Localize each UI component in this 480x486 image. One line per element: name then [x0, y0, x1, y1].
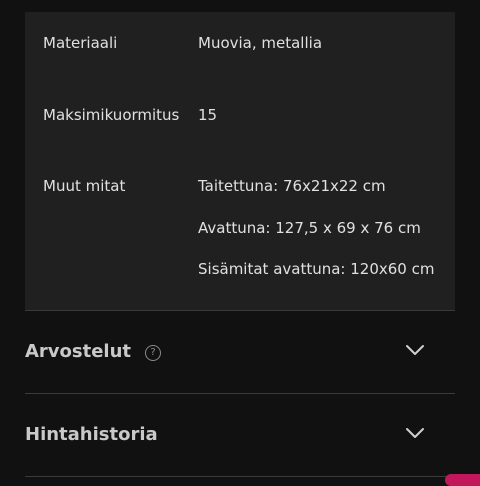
spec-label: Materiaali: [43, 34, 118, 52]
chevron-down-icon[interactable]: [405, 343, 425, 357]
divider: [25, 476, 455, 477]
floating-action-badge[interactable]: [445, 474, 480, 486]
question-circle-icon[interactable]: ?: [145, 345, 162, 361]
reviews-title-text: Arvostelut: [25, 341, 132, 362]
spec-value: Sisämitat avattuna: 120x60 cm: [198, 260, 435, 278]
product-specs-table: Materiaali Muovia, metallia Maksimikuorm…: [25, 12, 455, 310]
spec-label: Muut mitat: [43, 177, 126, 195]
spec-value: Muovia, metallia: [198, 34, 323, 52]
price-history-title: Hintahistoria: [25, 424, 158, 445]
spec-value: Avattuna: 127,5 x 69 x 76 cm: [198, 219, 421, 237]
spec-value: 15: [198, 106, 218, 124]
reviews-title: Arvostelut?: [25, 341, 162, 362]
price-history-accordion[interactable]: Hintahistoria: [25, 394, 455, 476]
chevron-down-icon[interactable]: [405, 426, 425, 440]
spec-label: Maksimikuormitus: [43, 106, 180, 124]
spec-value: Taitettuna: 76x21x22 cm: [198, 177, 386, 195]
reviews-accordion[interactable]: Arvostelut?: [25, 311, 455, 393]
